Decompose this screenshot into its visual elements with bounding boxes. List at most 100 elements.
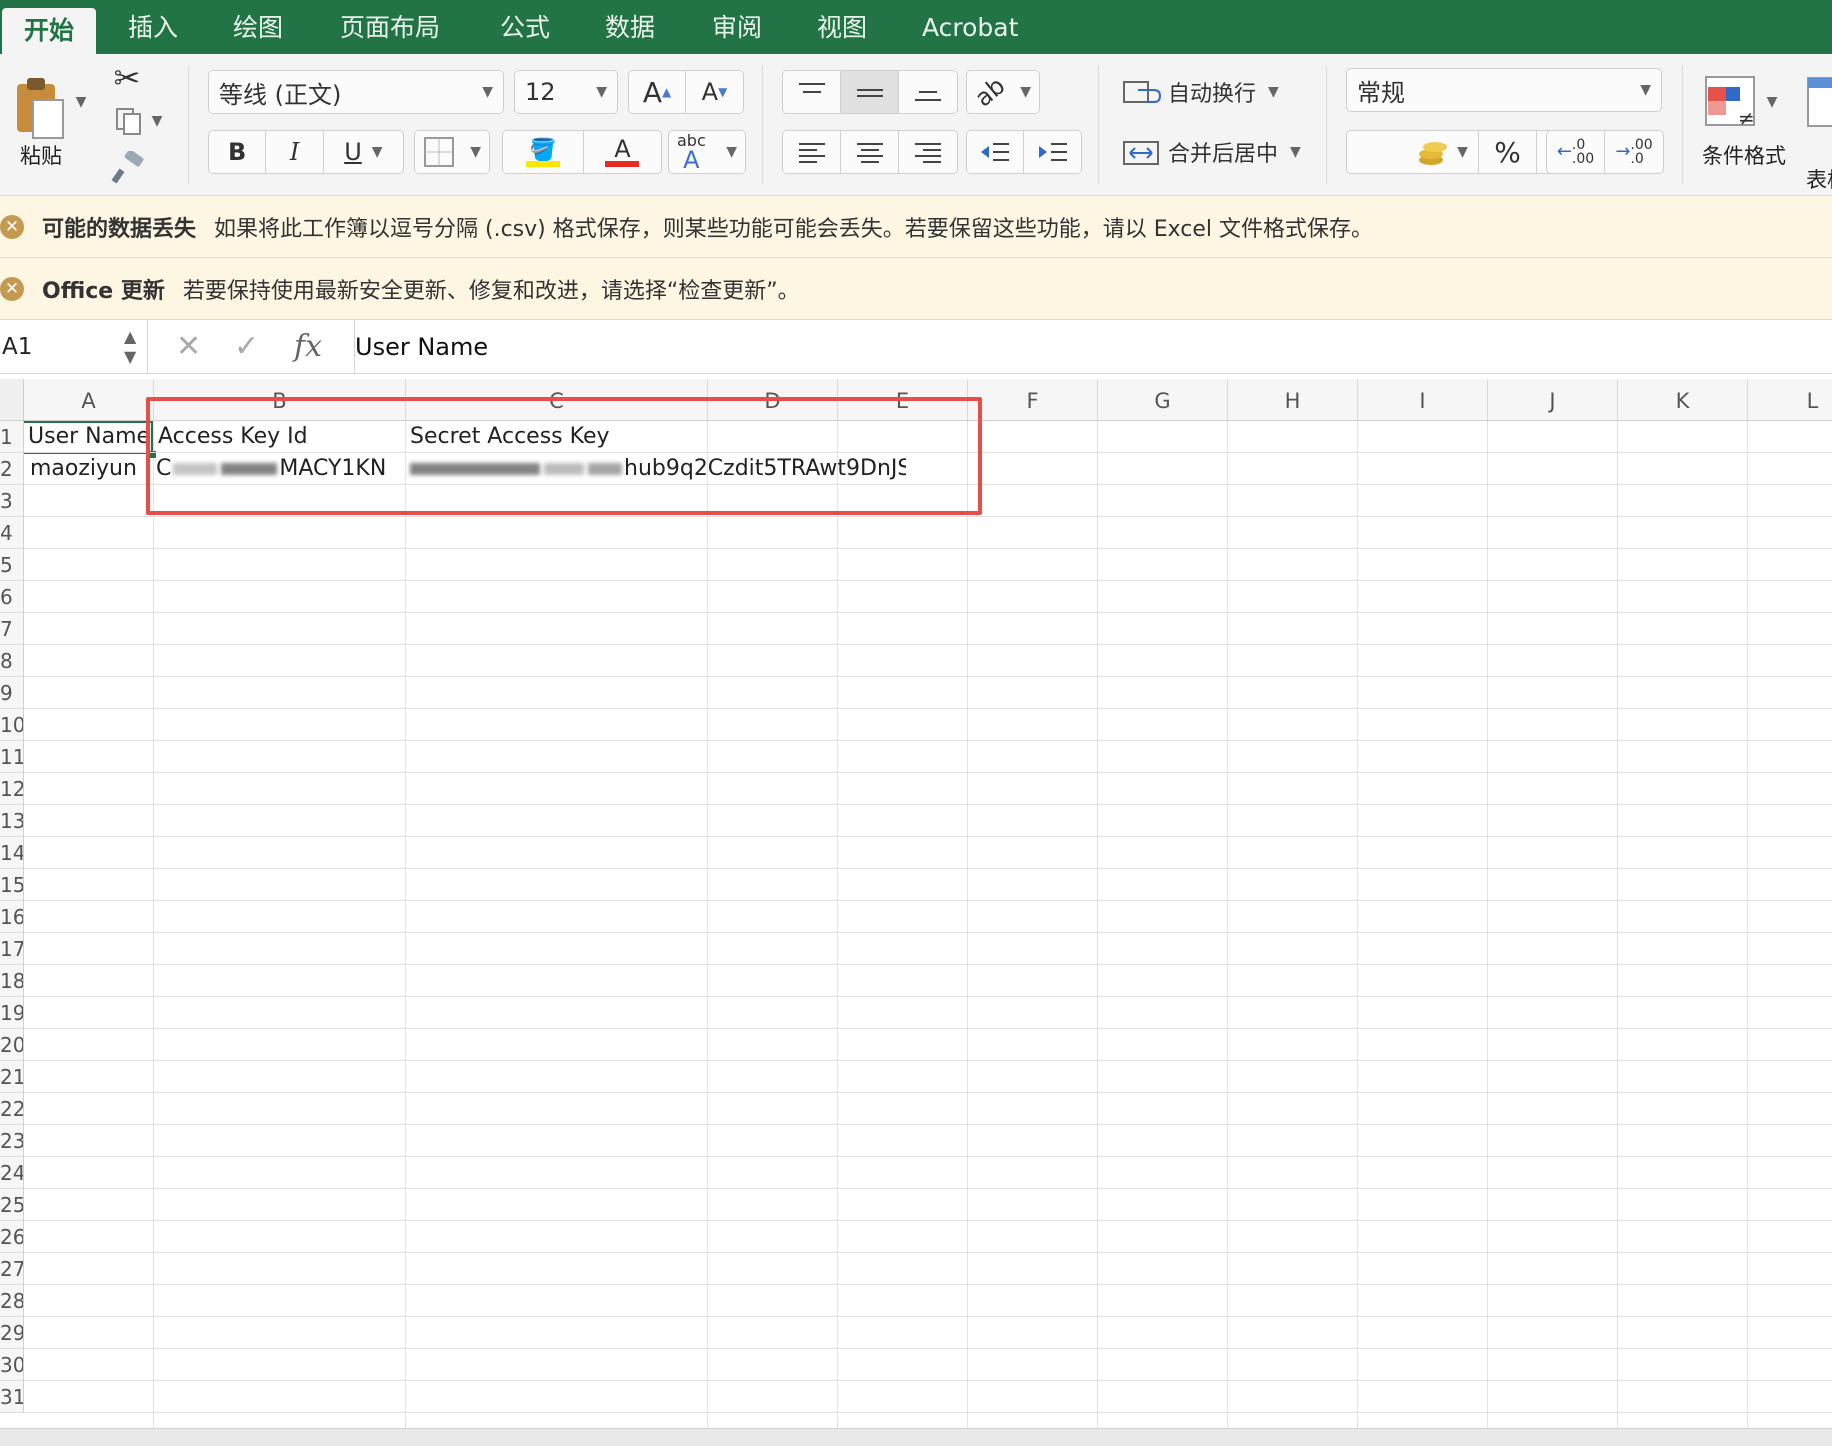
merge-center-button[interactable]: 合并后居中 ▼ (1122, 132, 1301, 172)
row-header-3[interactable]: 3 (0, 485, 24, 517)
row-header-2[interactable]: 2 (0, 453, 24, 485)
align-left-button[interactable] (783, 131, 841, 173)
row-header-22[interactable]: 22 (0, 1093, 24, 1125)
paste-dropdown[interactable]: ▼ (72, 90, 90, 114)
decrease-font-size-button[interactable]: A ▼ (686, 71, 743, 113)
borders-button[interactable]: ▼ (414, 130, 490, 174)
align-middle-button[interactable] (841, 71, 899, 113)
column-header-f[interactable]: F (968, 379, 1098, 421)
tab-formulas[interactable]: 公式 (500, 0, 550, 54)
row-header-18[interactable]: 18 (0, 965, 24, 997)
phonetic-guide-button[interactable]: abc A ▼ (668, 130, 746, 174)
decrease-decimal-button[interactable]: → .00 .0 (1605, 131, 1663, 173)
grid-line (24, 676, 1832, 677)
row-header-27[interactable]: 27 (0, 1253, 24, 1285)
font-name-select[interactable]: 等线 (正文) ▼ (208, 70, 504, 114)
grid-line (24, 1188, 1832, 1189)
align-right-button[interactable] (899, 131, 957, 173)
row-header-8[interactable]: 8 (0, 645, 24, 677)
column-header-a[interactable]: A (24, 379, 154, 421)
insert-function-icon[interactable]: fx (294, 320, 322, 374)
fill-color-button[interactable]: 🪣 (503, 131, 584, 173)
copy-icon (115, 108, 141, 135)
row-header-20[interactable]: 20 (0, 1029, 24, 1061)
orientation-button[interactable]: ab ▼ (966, 70, 1040, 114)
format-as-table-button[interactable] (1806, 76, 1832, 132)
cut-icon[interactable]: ✂ (108, 58, 146, 98)
increase-decimal-button[interactable]: ← .0 .00 (1547, 131, 1606, 173)
grid-line (24, 612, 1832, 613)
column-header-g[interactable]: G (1098, 379, 1228, 421)
tab-insert[interactable]: 插入 (128, 0, 178, 54)
grid-line (24, 516, 1832, 517)
row-header-13[interactable]: 13 (0, 805, 24, 837)
row-header-7[interactable]: 7 (0, 613, 24, 645)
row-header-25[interactable]: 25 (0, 1189, 24, 1221)
tab-view[interactable]: 视图 (817, 0, 867, 54)
row-header-15[interactable]: 15 (0, 869, 24, 901)
row-header-14[interactable]: 14 (0, 837, 24, 869)
row-header-26[interactable]: 26 (0, 1221, 24, 1253)
row-header-21[interactable]: 21 (0, 1061, 24, 1093)
format-as-table-icon (1807, 77, 1832, 127)
column-header-k[interactable]: K (1618, 379, 1748, 421)
row-header-1[interactable]: 1 (0, 421, 24, 453)
column-header-j[interactable]: J (1488, 379, 1618, 421)
row-header-12[interactable]: 12 (0, 773, 24, 805)
align-bottom-button[interactable] (899, 71, 957, 113)
accounting-format-button[interactable]: ▼ (1405, 131, 1479, 173)
decrease-indent-button[interactable] (967, 131, 1025, 173)
row-header-6[interactable]: 6 (0, 581, 24, 613)
row-header-16[interactable]: 16 (0, 901, 24, 933)
enter-icon[interactable]: ✓ (234, 320, 259, 374)
cell-a2[interactable]: maoziyun (24, 453, 154, 485)
paste-button[interactable] (6, 68, 72, 148)
select-all-corner[interactable] (0, 379, 24, 421)
increase-font-size-button[interactable]: A ▲ (629, 71, 687, 113)
row-header-19[interactable]: 19 (0, 997, 24, 1029)
column-header-h[interactable]: H (1228, 379, 1358, 421)
font-size-select[interactable]: 12 ▼ (514, 70, 618, 114)
underline-button[interactable]: U ▼ (324, 131, 403, 173)
copy-button[interactable]: ▼ (108, 102, 168, 140)
align-top-button[interactable] (783, 71, 841, 113)
font-color-button[interactable]: A (584, 131, 661, 173)
conditional-format-dropdown[interactable]: ▼ (1764, 90, 1780, 114)
close-icon[interactable]: ✕ (0, 214, 24, 239)
row-header-9[interactable]: 9 (0, 677, 24, 709)
row-header-4[interactable]: 4 (0, 517, 24, 549)
tab-draw[interactable]: 绘图 (233, 0, 283, 54)
cancel-icon[interactable]: ✕ (176, 320, 201, 374)
row-header-29[interactable]: 29 (0, 1317, 24, 1349)
conditional-format-button[interactable]: ≠ (1702, 72, 1762, 134)
format-painter-icon[interactable] (108, 148, 148, 188)
tab-review[interactable]: 审阅 (712, 0, 762, 54)
row-header-30[interactable]: 30 (0, 1349, 24, 1381)
close-icon[interactable]: ✕ (0, 276, 24, 301)
row-header-5[interactable]: 5 (0, 549, 24, 581)
row-header-11[interactable]: 11 (0, 741, 24, 773)
row-header-10[interactable]: 10 (0, 709, 24, 741)
name-box-stepper[interactable]: ▲ ▼ (124, 327, 136, 367)
column-header-i[interactable]: I (1358, 379, 1488, 421)
row-header-31[interactable]: 31 (0, 1381, 24, 1413)
column-header-l[interactable]: L (1748, 379, 1832, 421)
tab-acrobat[interactable]: Acrobat (922, 0, 1018, 54)
row-header-17[interactable]: 17 (0, 933, 24, 965)
row-header-24[interactable]: 24 (0, 1157, 24, 1189)
orientation-icon: ab (969, 71, 1011, 113)
worksheet-grid: A B C D E F G H I J K L User Name Access… (0, 379, 1832, 1429)
percent-style-button[interactable]: % (1479, 131, 1537, 173)
number-format-select[interactable]: 常规 ▼ (1346, 68, 1662, 112)
row-header-23[interactable]: 23 (0, 1125, 24, 1157)
align-center-button[interactable] (841, 131, 899, 173)
increase-indent-button[interactable] (1024, 131, 1081, 173)
wrap-text-button[interactable]: 自动换行 ▼ (1122, 72, 1279, 112)
italic-button[interactable]: I (266, 131, 324, 173)
formula-input[interactable]: User Name (354, 320, 488, 374)
tab-data[interactable]: 数据 (605, 0, 655, 54)
tab-page-layout[interactable]: 页面布局 (340, 0, 440, 54)
bold-button[interactable]: B (209, 131, 267, 173)
row-header-28[interactable]: 28 (0, 1285, 24, 1317)
tab-home[interactable]: 开始 (2, 8, 97, 54)
